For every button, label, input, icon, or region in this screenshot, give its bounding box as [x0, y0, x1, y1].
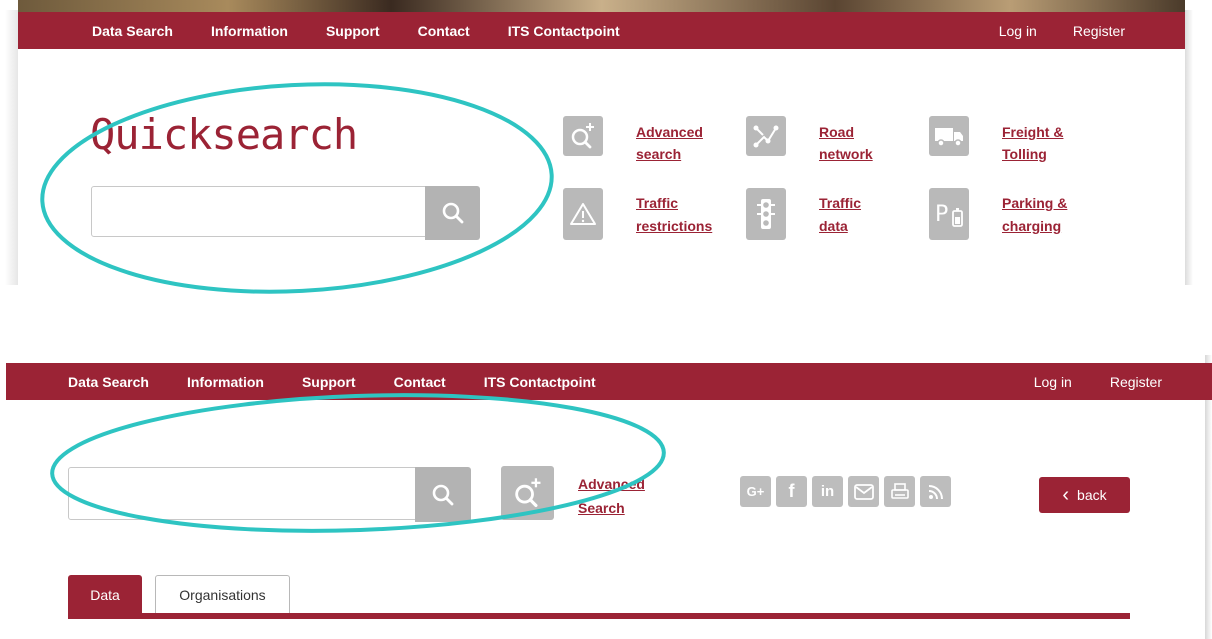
advanced-search-link-line2[interactable]: search	[636, 143, 681, 165]
traffic-data-link-line1[interactable]: Traffic	[819, 192, 861, 214]
nav-its-contactpoint[interactable]: ITS Contactpoint	[508, 23, 620, 39]
linkedin-icon[interactable]: in	[812, 476, 843, 507]
tab-data[interactable]: Data	[68, 575, 142, 614]
panel-shadow-right	[1185, 10, 1193, 285]
nav-right-group: Log in Register	[999, 12, 1185, 49]
road-network-link-line1[interactable]: Road	[819, 121, 854, 143]
search-button[interactable]	[425, 186, 480, 240]
login-link[interactable]: Log in	[1034, 374, 1072, 390]
traffic-data-link-line2[interactable]: data	[819, 215, 848, 237]
tab-underline	[68, 613, 1130, 619]
truck-icon[interactable]	[929, 116, 969, 156]
nav-left-group: Data Search Information Support Contact …	[18, 12, 620, 49]
nav-support[interactable]: Support	[326, 23, 380, 39]
nav-its-contactpoint[interactable]: ITS Contactpoint	[484, 374, 596, 390]
advanced-search-icon[interactable]	[501, 466, 554, 520]
back-button-label: back	[1077, 487, 1107, 503]
search-icon	[432, 484, 454, 505]
nav-support[interactable]: Support	[302, 374, 356, 390]
advanced-search-link-line1[interactable]: Advanced	[578, 473, 645, 495]
back-button[interactable]: ‹ back	[1039, 477, 1130, 513]
header-photo-strip	[18, 0, 1185, 12]
parking-charging-icon[interactable]: P	[929, 188, 969, 240]
top-panel: Data Search Information Support Contact …	[0, 0, 1212, 294]
nav-left-group: Data Search Information Support Contact …	[6, 363, 596, 400]
svg-text:P: P	[935, 202, 948, 227]
freight-tolling-link-line2[interactable]: Tolling	[1002, 143, 1047, 165]
nav-information[interactable]: Information	[187, 374, 264, 390]
freight-tolling-link-line1[interactable]: Freight &	[1002, 121, 1063, 143]
nav-data-search[interactable]: Data Search	[68, 374, 149, 390]
road-network-icon[interactable]	[746, 116, 786, 156]
parking-charging-link-line2[interactable]: charging	[1002, 215, 1061, 237]
register-link[interactable]: Register	[1110, 374, 1162, 390]
advanced-search-link-line1[interactable]: Advanced	[636, 121, 703, 143]
top-navbar: Data Search Information Support Contact …	[18, 12, 1185, 49]
traffic-restrictions-link-line1[interactable]: Traffic	[636, 192, 678, 214]
nav-contact[interactable]: Contact	[418, 23, 470, 39]
warning-icon[interactable]	[563, 188, 603, 240]
rss-icon[interactable]	[920, 476, 951, 507]
parking-charging-link-line1[interactable]: Parking &	[1002, 192, 1067, 214]
road-network-link-line2[interactable]: network	[819, 143, 873, 165]
panel-shadow-left	[5, 10, 18, 285]
register-link[interactable]: Register	[1073, 23, 1125, 39]
nav-information[interactable]: Information	[211, 23, 288, 39]
traffic-restrictions-link-line2[interactable]: restrictions	[636, 215, 712, 237]
bottom-navbar: Data Search Information Support Contact …	[6, 363, 1212, 400]
nav-right-group: Log in Register	[1034, 363, 1212, 400]
login-link[interactable]: Log in	[999, 23, 1037, 39]
chevron-left-icon: ‹	[1062, 484, 1070, 506]
nav-data-search[interactable]: Data Search	[92, 23, 173, 39]
search-button[interactable]	[415, 467, 471, 522]
search-icon	[442, 202, 463, 224]
advanced-search-link-line2[interactable]: Search	[578, 497, 625, 519]
google-plus-icon[interactable]: G+	[740, 476, 771, 507]
traffic-light-icon[interactable]	[746, 188, 786, 240]
print-icon[interactable]	[884, 476, 915, 507]
nav-contact[interactable]: Contact	[394, 374, 446, 390]
search-input[interactable]	[91, 186, 426, 237]
mail-icon[interactable]	[848, 476, 879, 507]
page-title: Quicksearch	[90, 110, 358, 159]
advanced-search-icon[interactable]	[563, 116, 603, 156]
tab-organisations[interactable]: Organisations	[155, 575, 290, 613]
facebook-icon[interactable]: f	[776, 476, 807, 507]
search-input[interactable]	[68, 467, 416, 520]
